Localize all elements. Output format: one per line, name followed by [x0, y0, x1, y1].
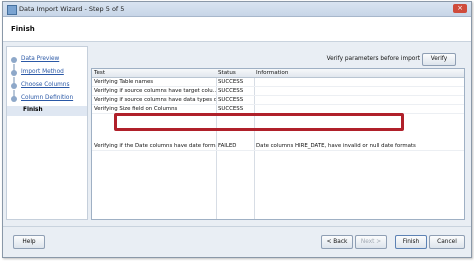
wizard-steps: Data Preview Import Method Choose Column…: [6, 46, 88, 220]
window-title: Data Import Wizard - Step 5 of 5: [19, 5, 125, 13]
table-row[interactable]: Verifying if source columns have target …: [92, 87, 464, 96]
cell-info: Date columns HIRE_DATE, have invalid or …: [256, 143, 416, 149]
help-button[interactable]: Help: [13, 235, 45, 249]
cell-test: Verifying Table names: [94, 79, 154, 85]
cell-status: SUCCESS: [218, 106, 244, 112]
close-button[interactable]: ×: [453, 4, 467, 13]
cell-status: SUCCESS: [218, 88, 244, 94]
finish-button[interactable]: Finish: [395, 235, 427, 249]
page-title: Finish: [11, 25, 35, 33]
cell-test: Verifying if source columns have target …: [94, 88, 216, 94]
wizard-header: Finish: [3, 17, 471, 42]
cell-test: Verifying if the Date columns have date …: [94, 143, 216, 149]
table-row[interactable]: Verifying Table names SUCCESS: [92, 78, 464, 87]
cell-status: SUCCESS: [218, 97, 244, 103]
header-status[interactable]: Status: [218, 70, 254, 76]
cell-status: FAILED: [218, 143, 237, 149]
back-button[interactable]: < Back: [321, 235, 353, 249]
step-dot-icon: [11, 57, 17, 63]
step-column-definition[interactable]: Column Definition: [21, 95, 73, 101]
table-header: Test Status Information: [92, 69, 464, 78]
cancel-button[interactable]: Cancel: [429, 235, 465, 249]
step-choose-columns[interactable]: Choose Columns: [21, 82, 69, 88]
title-bar: Data Import Wizard - Step 5 of 5 ×: [3, 2, 471, 17]
step-data-preview[interactable]: Data Preview: [21, 56, 59, 62]
app-icon: [7, 5, 17, 15]
header-information[interactable]: Information: [256, 70, 460, 76]
table-row[interactable]: Verifying if source columns have data ty…: [92, 96, 464, 105]
button-bar: Help < Back Next > Finish Cancel: [3, 226, 471, 258]
cell-test: Verifying Size field on Columns: [94, 106, 178, 112]
wizard-window: Data Import Wizard - Step 5 of 5 × Finis…: [2, 1, 472, 258]
step-finish[interactable]: Finish: [7, 106, 87, 116]
main-panel: Verify parameters before import Verify T…: [89, 46, 466, 220]
next-button[interactable]: Next >: [355, 235, 387, 249]
step-dot-icon: [11, 83, 17, 89]
header-test[interactable]: Test: [94, 70, 216, 76]
table-row-failed[interactable]: Verifying if the Date columns have date …: [92, 142, 464, 151]
step-dot-icon: [11, 96, 17, 102]
cell-status: SUCCESS: [218, 79, 244, 85]
step-dot-icon: [11, 70, 17, 76]
verify-label: Verify parameters before import: [326, 56, 420, 62]
error-highlight-box: [114, 113, 404, 131]
step-import-method[interactable]: Import Method: [21, 69, 64, 75]
cell-test: Verifying if source columns have data ty…: [94, 97, 216, 103]
verify-button[interactable]: Verify: [422, 53, 456, 66]
step-finish-label: Finish: [23, 107, 43, 113]
results-table: Test Status Information Verifying Table …: [91, 68, 465, 220]
